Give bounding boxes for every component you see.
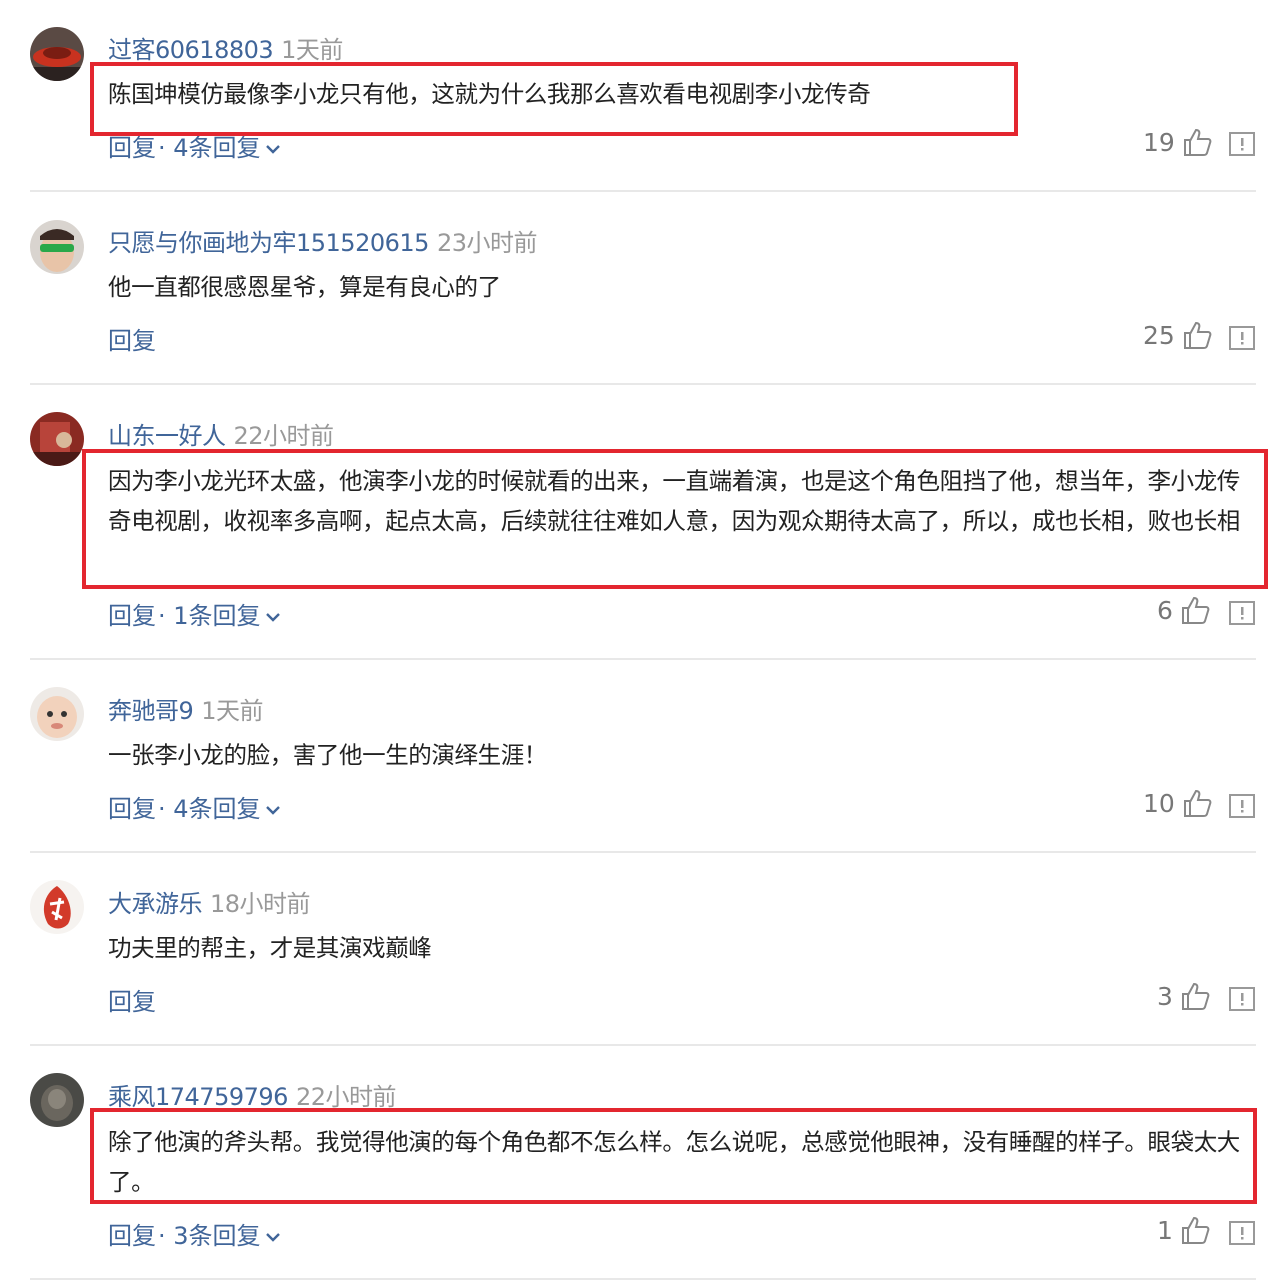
avatar[interactable] bbox=[30, 1073, 84, 1127]
divider bbox=[30, 1044, 1256, 1046]
comment-meta: 只愿与你画地为牢151520615 23小时前 bbox=[108, 223, 537, 258]
like-button[interactable]: 19 bbox=[1143, 126, 1213, 158]
like-button[interactable]: 1 bbox=[1157, 1214, 1211, 1246]
like-count: 19 bbox=[1143, 127, 1175, 157]
divider bbox=[30, 851, 1256, 853]
report-icon[interactable] bbox=[1229, 132, 1255, 156]
comment-meta: 奔驰哥9 1天前 bbox=[108, 691, 264, 726]
more-replies-link[interactable]: · 4条回复 bbox=[158, 134, 281, 162]
username[interactable]: 奔驰哥9 bbox=[108, 697, 194, 725]
comment-text: 一张李小龙的脸，害了他一生的演绎生涯！ bbox=[108, 741, 547, 769]
like-button[interactable]: 25 bbox=[1143, 319, 1213, 351]
like-button[interactable]: 3 bbox=[1157, 980, 1211, 1012]
comment-footer: 回复· 4条回复 bbox=[108, 789, 281, 824]
timestamp: 18小时前 bbox=[210, 890, 311, 918]
reply-button[interactable]: 回复 bbox=[108, 795, 156, 823]
avatar[interactable] bbox=[30, 880, 84, 934]
thumbs-up-icon bbox=[1183, 128, 1212, 156]
reply-button[interactable]: 回复 bbox=[108, 134, 156, 162]
more-replies-link[interactable]: · 1条回复 bbox=[158, 602, 281, 630]
more-replies-link[interactable]: · 3条回复 bbox=[158, 1222, 281, 1250]
comment-text: 他一直都很感恩星爷，算是有良心的了 bbox=[108, 273, 501, 301]
like-count: 6 bbox=[1157, 595, 1173, 625]
thumbs-up-icon bbox=[1183, 789, 1212, 817]
highlight-box bbox=[90, 1108, 1257, 1204]
avatar[interactable] bbox=[30, 27, 84, 81]
like-button[interactable]: 6 bbox=[1157, 594, 1211, 626]
timestamp: 22小时前 bbox=[233, 422, 335, 450]
comment-footer: 回复 bbox=[108, 982, 156, 1017]
timestamp: 23小时前 bbox=[436, 229, 538, 257]
comment-meta: 过客60618803 1天前 bbox=[108, 30, 343, 65]
divider bbox=[30, 1278, 1256, 1280]
avatar[interactable] bbox=[30, 220, 84, 274]
comment-meta: 山东一好人 22小时前 bbox=[108, 416, 334, 451]
comment-footer: 回复· 1条回复 bbox=[108, 596, 281, 631]
report-icon[interactable] bbox=[1229, 601, 1255, 625]
comment-footer: 回复 bbox=[108, 321, 156, 356]
report-icon[interactable] bbox=[1229, 987, 1255, 1011]
like-count: 25 bbox=[1143, 320, 1175, 350]
chevron-down-icon bbox=[265, 613, 280, 622]
thumbs-up-icon bbox=[1181, 596, 1210, 624]
thumbs-up-icon bbox=[1181, 982, 1210, 1010]
timestamp: 1天前 bbox=[281, 36, 343, 64]
username[interactable]: 大承游乐 bbox=[108, 890, 203, 918]
reply-button[interactable]: 回复 bbox=[108, 988, 156, 1016]
divider bbox=[30, 190, 1256, 192]
reply-button[interactable]: 回复 bbox=[108, 1222, 156, 1250]
like-button[interactable]: 10 bbox=[1143, 787, 1213, 819]
comment-footer: 回复· 3条回复 bbox=[108, 1216, 281, 1251]
reply-button[interactable]: 回复 bbox=[108, 327, 156, 355]
timestamp: 22小时前 bbox=[295, 1083, 397, 1111]
username[interactable]: 山东一好人 bbox=[108, 422, 226, 450]
highlight-box bbox=[90, 62, 1018, 136]
username[interactable]: 过客60618803 bbox=[108, 36, 274, 64]
thumbs-up-icon bbox=[1183, 321, 1212, 349]
thumbs-up-icon bbox=[1181, 1216, 1210, 1244]
comment-meta: 乘风174759796 22小时前 bbox=[108, 1077, 396, 1112]
divider bbox=[30, 658, 1256, 660]
report-icon[interactable] bbox=[1229, 326, 1255, 350]
chevron-down-icon bbox=[265, 1233, 280, 1242]
username[interactable]: 乘风174759796 bbox=[108, 1083, 288, 1111]
comment-text: 功夫里的帮主，才是其演戏巅峰 bbox=[108, 934, 432, 962]
avatar[interactable] bbox=[30, 687, 84, 741]
like-count: 10 bbox=[1143, 788, 1175, 818]
divider bbox=[30, 383, 1256, 385]
avatar[interactable] bbox=[30, 412, 84, 466]
timestamp: 1天前 bbox=[201, 697, 264, 725]
like-count: 3 bbox=[1157, 981, 1173, 1011]
reply-button[interactable]: 回复 bbox=[108, 602, 156, 630]
report-icon[interactable] bbox=[1229, 1221, 1255, 1245]
chevron-down-icon bbox=[265, 145, 280, 154]
more-replies-link[interactable]: · 4条回复 bbox=[158, 795, 281, 823]
comment-meta: 大承游乐 18小时前 bbox=[108, 884, 311, 919]
like-count: 1 bbox=[1157, 1215, 1173, 1245]
highlight-box bbox=[82, 449, 1268, 589]
chevron-down-icon bbox=[265, 806, 280, 815]
username[interactable]: 只愿与你画地为牢151520615 bbox=[108, 229, 429, 257]
report-icon[interactable] bbox=[1229, 794, 1255, 818]
